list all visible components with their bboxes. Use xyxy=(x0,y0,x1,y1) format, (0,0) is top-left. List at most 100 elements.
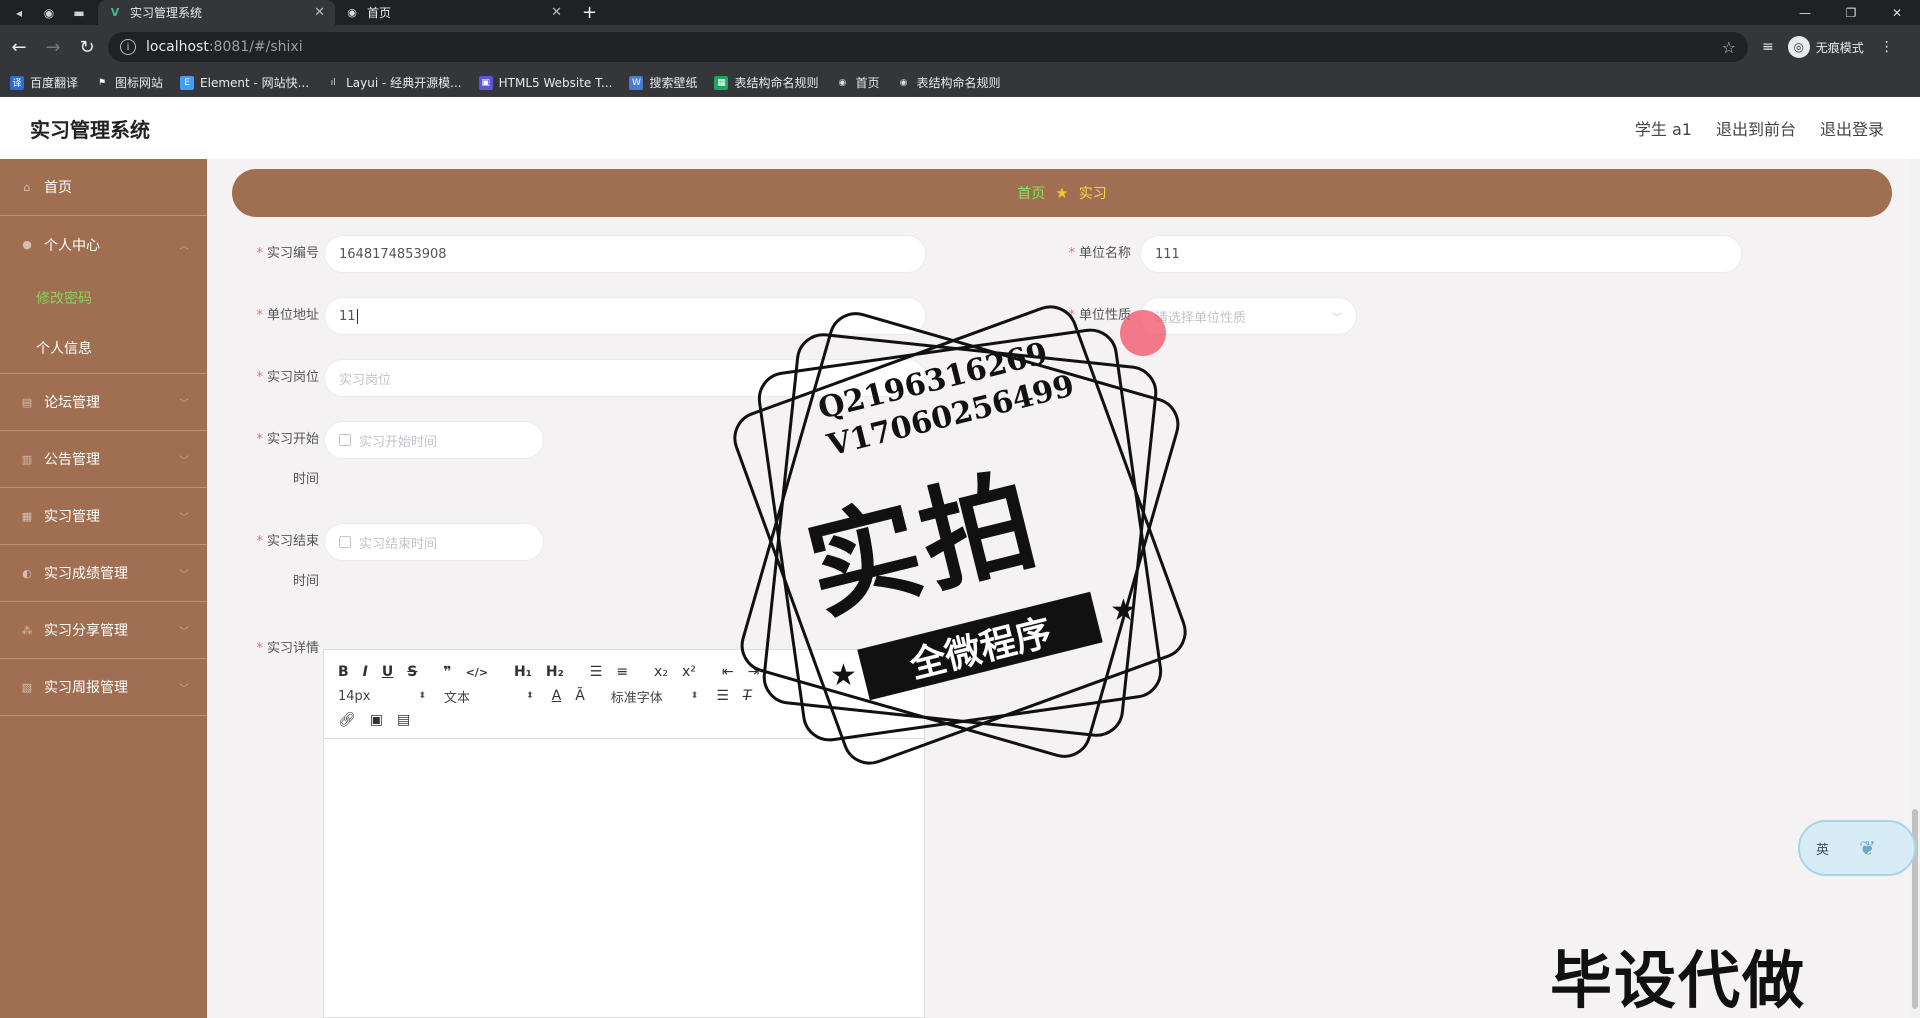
incognito-icon[interactable]: ◎ xyxy=(1787,36,1810,58)
sidebar-item-forum[interactable]: ▤ 论坛管理 ﹀ xyxy=(0,374,207,431)
blockquote-icon[interactable]: ❞ xyxy=(443,664,451,680)
sidebar-item-internship-share[interactable]: ⁂ 实习分享管理 ﹀ xyxy=(0,602,207,659)
restore-icon[interactable]: ❐ xyxy=(1828,0,1874,25)
sidebar-item-change-password[interactable]: 修改密码 xyxy=(0,273,207,323)
font-size-select[interactable]: 14px ⬍ xyxy=(338,689,426,704)
company-name-field[interactable]: 111 xyxy=(1140,235,1742,273)
info-icon[interactable]: i xyxy=(120,39,136,55)
italic-icon[interactable]: I xyxy=(363,664,368,680)
bookmark-item[interactable]: E Element - 网站快... xyxy=(180,74,309,91)
subscript-icon[interactable]: x₂ xyxy=(654,664,668,680)
outdent-icon[interactable]: ⇤ xyxy=(722,664,734,680)
new-tab-icon[interactable]: + xyxy=(582,2,597,23)
bold-icon[interactable]: B xyxy=(338,664,349,680)
bullet-list-icon[interactable]: ≡ xyxy=(616,664,628,680)
link-icon[interactable]: 🔗︎ xyxy=(338,712,356,728)
heading2-icon[interactable]: H₂ xyxy=(546,664,564,680)
position-field[interactable]: 实习岗位 xyxy=(324,359,926,397)
floating-widget[interactable]: 英 ❦ xyxy=(1798,820,1916,876)
sidebar-item-notice[interactable]: ▥ 公告管理 ﹀ xyxy=(0,431,207,488)
sidebar-item-internship-score[interactable]: ◐ 实习成绩管理 ﹀ xyxy=(0,545,207,602)
clear-format-icon[interactable]: T̶ xyxy=(743,688,752,704)
background-color-icon[interactable]: Ã xyxy=(575,688,585,704)
font-color-icon[interactable]: A xyxy=(552,688,562,704)
video-icon[interactable]: ▤ xyxy=(397,712,410,728)
end-time-label: * 实习结束 时间 xyxy=(256,534,319,589)
toolbar-right: ≡ ◎ 无痕模式 ⋮ xyxy=(1762,36,1894,58)
internship-no-label: * 实习编号 xyxy=(256,246,319,261)
close-icon[interactable]: ✕ xyxy=(551,5,562,20)
code-icon[interactable]: </> xyxy=(466,666,488,679)
sidebar-item-personal-center[interactable]: ● 个人中心 ︿ xyxy=(0,216,207,273)
close-icon[interactable]: ✕ xyxy=(314,5,325,20)
reload-icon[interactable]: ↻ xyxy=(72,32,102,62)
tab-overview-icon[interactable]: ▬ xyxy=(68,3,90,23)
bookmark-item[interactable]: ◉ 首页 xyxy=(835,74,880,91)
heading1-icon[interactable]: H₁ xyxy=(514,664,532,680)
ordered-list-icon[interactable]: ☰ xyxy=(590,664,603,680)
bookmark-label: 图标网站 xyxy=(115,76,164,90)
tab-home[interactable]: ◉ 首页 ✕ xyxy=(335,0,572,25)
sheet-icon: ▦ xyxy=(714,75,729,90)
updown-icon: ⬍ xyxy=(418,691,427,701)
start-time-picker[interactable]: 实习开始时间 xyxy=(324,421,544,459)
bookmark-item[interactable]: W 搜索壁纸 xyxy=(629,74,697,91)
reading-list-icon[interactable]: ≡ xyxy=(1762,39,1774,55)
star-icon[interactable]: ☆ xyxy=(1722,38,1736,57)
current-user[interactable]: 学生 a1 xyxy=(1635,116,1692,140)
logout-link[interactable]: 退出登录 xyxy=(1820,116,1884,140)
globe-icon[interactable]: ◉ xyxy=(38,3,60,23)
end-time-picker[interactable]: 实习结束时间 xyxy=(324,523,544,561)
menu-icon[interactable]: ⋮ xyxy=(1880,39,1894,55)
home-icon: ⌂ xyxy=(23,180,31,194)
star-separator-icon: ★ xyxy=(1055,184,1069,202)
minimize-icon[interactable]: — xyxy=(1782,0,1828,25)
back-to-front-link[interactable]: 退出到前台 xyxy=(1716,116,1796,140)
forward-icon[interactable]: → xyxy=(38,32,68,62)
font-family-select[interactable]: 标准字体 ⬍ xyxy=(611,687,699,706)
indent-icon[interactable]: ⇥ xyxy=(748,664,760,680)
globe-icon: ◉ xyxy=(838,77,847,88)
baidu-translate-icon: 译 xyxy=(10,75,24,90)
underline-icon[interactable]: U xyxy=(382,664,393,680)
app-header: 实习管理系统 学生 a1 退出到前台 退出登录 xyxy=(0,97,1920,159)
bookmark-item[interactable]: ıl Layui - 经典开源模... xyxy=(326,74,462,91)
incognito-label[interactable]: 无痕模式 xyxy=(1816,39,1864,56)
editor-content-area[interactable] xyxy=(324,739,924,1009)
browser-tab-bar: ◂ ◉ ▬ V 实习管理系统 ✕ ◉ 首页 ✕ + — ❐ ✕ xyxy=(0,0,1920,25)
sidebar-item-internship[interactable]: ▦ 实习管理 ﹀ xyxy=(0,488,207,545)
strikethrough-icon[interactable]: S xyxy=(407,664,417,680)
calendar-icon xyxy=(339,434,351,446)
breadcrumb-home[interactable]: 首页 xyxy=(1017,183,1045,203)
sidebar-item-weekly-report[interactable]: ▧ 实习周报管理 ﹀ xyxy=(0,659,207,716)
chevron-down-icon: ﹀ xyxy=(179,683,189,695)
align-icon[interactable]: ☰ xyxy=(716,688,729,704)
scrollbar[interactable] xyxy=(1910,159,1920,1018)
image-icon[interactable]: ▣ xyxy=(370,712,383,728)
url-input[interactable]: i localhost:8081/#/shixi ☆ xyxy=(108,32,1748,62)
block-format-select[interactable]: 文本 ⬍ xyxy=(444,687,534,706)
report-icon: ▧ xyxy=(21,680,33,694)
bookmark-item[interactable]: ⚑ 图标网站 xyxy=(95,74,163,91)
back-icon[interactable]: ← xyxy=(4,32,34,62)
company-nature-select[interactable]: 请选择单位性质 ﹀ xyxy=(1140,297,1357,335)
tab-internship-system[interactable]: V 实习管理系统 ✕ xyxy=(98,0,335,25)
superscript-icon[interactable]: x² xyxy=(682,664,696,680)
globe-icon: ◉ xyxy=(347,6,357,19)
internship-no-field[interactable]: 1648174853908 xyxy=(324,235,926,273)
bookmark-item[interactable]: ▦ 表结构命名规则 xyxy=(714,74,818,91)
bookmark-item[interactable]: 译百度翻译 xyxy=(10,74,78,91)
bookmark-item[interactable]: ▣ HTML5 Website T... xyxy=(478,75,612,90)
company-address-field[interactable]: 11 xyxy=(324,297,926,335)
bookmark-item[interactable]: ◉ 表结构命名规则 xyxy=(897,74,1001,91)
sidebar-item-personal-info[interactable]: 个人信息 xyxy=(0,323,207,373)
bottom-watermark: 毕设代做 xyxy=(1550,944,1807,1017)
sidebar-item-home[interactable]: ⌂ 首页 xyxy=(0,159,207,216)
share-icon: ⁂ xyxy=(21,623,33,637)
speaker-icon[interactable]: ◂ xyxy=(8,3,30,23)
close-window-icon[interactable]: ✕ xyxy=(1874,0,1920,25)
select-placeholder: 请选择单位性质 xyxy=(1155,310,1247,326)
bookmark-label: 表结构命名规则 xyxy=(916,76,1001,90)
forum-icon: ▤ xyxy=(21,395,33,409)
bookmark-label: 搜索壁纸 xyxy=(649,76,698,90)
